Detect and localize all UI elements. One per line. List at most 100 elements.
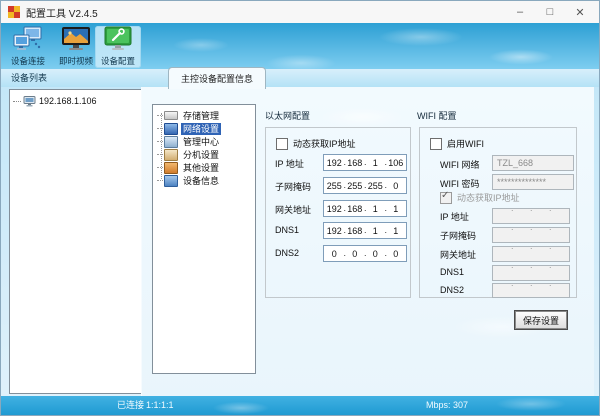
tab-main-device-config[interactable]: 主控设备配置信息	[168, 67, 266, 89]
ethernet-dhcp-row: 动态获取IP地址	[276, 137, 356, 150]
app-icon	[8, 6, 20, 18]
field-label: DNS1	[275, 225, 300, 235]
channel-status: 1:1:1:1	[146, 400, 174, 410]
tree-item-label: 设备信息	[183, 175, 220, 186]
tree-item-device-info[interactable]: 设备信息	[157, 174, 255, 187]
ethernet-gateway-field[interactable]: 19216811	[323, 200, 407, 217]
ip-octet[interactable]: 192	[324, 155, 346, 170]
field-label: DNS2	[440, 285, 465, 295]
field-label: DNS1	[440, 267, 465, 277]
ip-octet[interactable]: 255	[365, 178, 387, 193]
ip-octet[interactable]: 1	[386, 202, 407, 216]
tree-item-label: 存储管理	[183, 110, 220, 121]
live-video-icon	[62, 27, 90, 50]
connection-status: 已连接	[117, 400, 145, 410]
ip-octet[interactable]: 0	[386, 179, 407, 193]
tree-item-storage[interactable]: 存储管理	[157, 109, 255, 122]
ip-octet[interactable]: 0	[324, 246, 346, 261]
ethernet-subnet-mask-field[interactable]: 2552552550	[323, 177, 407, 194]
ethernet-group-title: 以太网配置	[265, 111, 311, 121]
tree-item-label: 分机设置	[183, 149, 220, 160]
config-tree[interactable]: 存储管理 网络设置 管理中心 分机设置 其他设置 设备信息	[152, 104, 256, 374]
wifi-network-field[interactable]: TZL_668	[492, 155, 574, 171]
bitrate-status: Mbps: 307	[426, 400, 469, 410]
wifi-dns2-field[interactable]	[492, 276, 570, 298]
ethernet-dhcp-checkbox[interactable]	[276, 137, 288, 150]
window-controls: – □ ✕	[505, 1, 595, 23]
field-label: WIFI 网络	[440, 160, 480, 170]
toolbar-label: 设备连接	[10, 56, 45, 66]
tree-item-label: 网络设置	[181, 122, 222, 135]
device-info-icon	[164, 174, 178, 187]
field-label: 子网掩码	[275, 182, 312, 192]
ip-octet[interactable]: 255	[345, 178, 366, 193]
device-list-header: 设备列表	[11, 73, 48, 83]
field-label: WIFI 密码	[440, 179, 480, 189]
ip-octet[interactable]: 168	[345, 155, 366, 170]
device-ip-label: 192.168.1.106	[39, 96, 97, 106]
ip-octet[interactable]: 0	[345, 246, 366, 261]
ip-octet[interactable]: 1	[365, 223, 387, 238]
field-label: 网关地址	[275, 205, 312, 215]
wifi-enable-checkbox[interactable]	[430, 137, 442, 150]
ip-octet[interactable]: 255	[324, 178, 346, 193]
ip-octet[interactable]: 1	[365, 155, 387, 170]
field-label: DNS2	[275, 248, 300, 258]
config-tree-list: 存储管理 网络设置 管理中心 分机设置 其他设置 设备信息	[153, 105, 255, 187]
wifi-enable-row: 启用WIFI	[430, 137, 484, 150]
ip-octet[interactable]: 106	[386, 156, 407, 170]
ip-octet[interactable]: 192	[324, 223, 346, 238]
header-strip: 设备列表	[1, 69, 599, 87]
app-window: 配置工具 V2.4.5 – □ ✕ 设备连接 即时视频 设备配置 设备列表 主控…	[0, 0, 600, 416]
ip-octet[interactable]: 168	[345, 223, 366, 238]
ip-octet[interactable]: 0	[365, 246, 387, 261]
tree-item-extension-settings[interactable]: 分机设置	[157, 148, 255, 161]
ethernet-dns1-field[interactable]: 19216811	[323, 222, 407, 239]
tree-connector	[13, 100, 21, 102]
wifi-groupbox: 启用WIFI WIFI 网络 TZL_668 WIFI 密码 *********…	[419, 127, 577, 298]
toolbar: 设备连接 即时视频 设备配置	[1, 23, 599, 69]
toolbar-label: 设备配置	[100, 56, 135, 66]
save-settings-button[interactable]: 保存设置	[514, 310, 568, 330]
device-config-icon	[104, 26, 132, 50]
wifi-dhcp-row: 动态获取IP地址	[440, 190, 520, 204]
toolbar-label: 即时视频	[58, 56, 93, 66]
tree-item-management-center[interactable]: 管理中心	[157, 135, 255, 148]
wifi-password-field[interactable]: **************	[492, 174, 574, 190]
wifi-dhcp-checkbox[interactable]	[440, 190, 452, 204]
close-button[interactable]: ✕	[565, 1, 595, 23]
device-list-item[interactable]: 192.168.1.106	[13, 94, 142, 108]
wifi-enable-label: 启用WIFI	[447, 139, 484, 149]
ip-octet[interactable]: 168	[345, 201, 366, 216]
window-title: 配置工具 V2.4.5	[26, 8, 98, 20]
toolbar-button-device-connect[interactable]: 设备连接	[5, 26, 51, 68]
ethernet-dns2-field[interactable]: 0000	[323, 245, 407, 262]
field-label: 网关地址	[440, 250, 477, 260]
ethernet-ip-address-field[interactable]: 1921681106	[323, 154, 407, 171]
device-node-icon	[23, 95, 36, 106]
toolbar-button-device-config[interactable]: 设备配置	[95, 26, 141, 68]
ip-octet[interactable]: 1	[386, 224, 407, 238]
tree-item-label: 其他设置	[183, 162, 220, 173]
config-panel: 存储管理 网络设置 管理中心 分机设置 其他设置 设备信息 以太网配置 动态获取…	[141, 87, 594, 398]
maximize-button[interactable]: □	[535, 1, 565, 23]
field-label: IP 地址	[440, 212, 469, 222]
storage-icon	[164, 111, 178, 120]
management-center-icon	[164, 135, 178, 148]
ip-octet[interactable]: 192	[324, 201, 346, 216]
status-bar: 已连接 1:1:1:1 Mbps: 307	[1, 396, 599, 415]
tree-item-other-settings[interactable]: 其他设置	[157, 161, 255, 174]
ip-octet[interactable]: 1	[365, 201, 387, 216]
other-settings-icon	[164, 161, 178, 174]
ip-octet[interactable]: 0	[386, 247, 407, 261]
toolbar-button-live-video[interactable]: 即时视频	[53, 26, 99, 68]
tree-item-network[interactable]: 网络设置	[157, 122, 255, 135]
device-connect-icon	[13, 26, 42, 50]
minimize-button[interactable]: –	[505, 1, 535, 23]
wifi-group-title: WIFI 配置	[417, 111, 457, 121]
device-list[interactable]: 192.168.1.106	[9, 89, 143, 394]
ethernet-groupbox: 动态获取IP地址 IP 地址 1921681106 子网掩码 255255255…	[265, 127, 411, 298]
field-label: 子网掩码	[440, 231, 477, 241]
title-bar: 配置工具 V2.4.5 – □ ✕	[1, 1, 599, 24]
field-label: IP 地址	[275, 159, 304, 169]
